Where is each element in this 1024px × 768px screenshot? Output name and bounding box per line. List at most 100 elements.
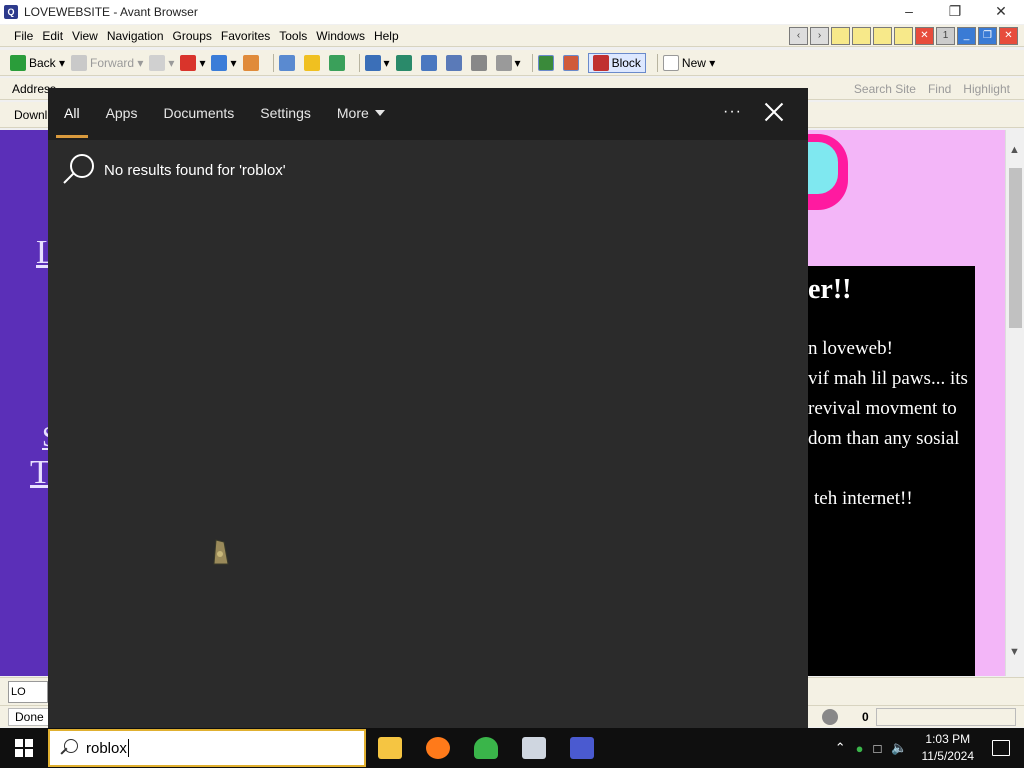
cascade-icon[interactable] [831,27,850,45]
image-toggle-button[interactable] [537,54,557,71]
content-line: vif mah lil paws... its [808,368,968,389]
minimize-button[interactable]: – [886,0,932,24]
notification-icon[interactable] [992,740,1010,756]
search-icon [60,152,96,188]
file-explorer-button[interactable] [366,728,414,768]
prev-page-icon[interactable]: ‹ [789,27,808,45]
content-line: teh internet!! [814,488,913,509]
chevron-down-icon [374,110,385,116]
menu-tools[interactable]: Tools [279,29,307,43]
close-search-button[interactable] [764,102,784,122]
menu-help[interactable]: Help [374,29,399,43]
people-tray-icon[interactable]: ● [856,741,864,756]
magnifier-icon [278,54,295,71]
menu-navigation[interactable]: Navigation [107,29,164,43]
download-label[interactable]: Downl [14,108,47,122]
computer-icon [522,737,546,759]
forward-button[interactable]: Forward ▾ [71,54,143,71]
block-popups-button[interactable]: Block [587,52,646,73]
restore-button[interactable]: ❐ [932,0,978,24]
popup-blocker-icon[interactable] [822,709,838,725]
volume-icon[interactable]: 🔈 [891,740,907,756]
toolbar-divider [358,53,360,72]
back-button[interactable]: Back ▾ [10,54,65,71]
favorites-button[interactable] [303,54,323,71]
tile-horizontal-icon[interactable] [852,27,871,45]
tab-apps[interactable]: Apps [106,88,138,140]
printer-icon [470,54,487,71]
next-page-icon[interactable]: › [810,27,829,45]
highlight-button[interactable]: Highlight [963,82,1010,96]
page-scrollbar[interactable]: ▲ ▼ [1005,130,1024,676]
search-site-button[interactable]: Search Site [854,82,916,96]
people-app-button[interactable] [462,728,510,768]
firefox-button[interactable] [414,728,462,768]
new-tab-button[interactable]: New ▾ [662,54,715,71]
menu-groups[interactable]: Groups [173,29,212,43]
tab-more[interactable]: More [337,88,385,140]
search-icon [60,739,78,757]
taskbar-search-box[interactable]: roblox [48,729,366,767]
tab-all[interactable]: All [56,88,87,140]
history-button[interactable] [328,54,348,71]
font-size-icon [420,54,437,71]
mdi-minimize-icon[interactable]: _ [957,27,976,45]
home-button[interactable] [242,54,262,71]
window-layout-button[interactable]: ▾ [364,54,390,71]
tile-vertical-icon[interactable] [873,27,892,45]
menu-file[interactable]: File [14,29,33,43]
search-tool-button[interactable] [278,54,298,71]
menu-favorites[interactable]: Favorites [221,29,270,43]
network-icon[interactable]: □ [873,741,881,756]
close-all-icon[interactable]: ✕ [915,27,934,45]
scroll-down-icon[interactable]: ▼ [1009,646,1020,658]
up-arrow-icon [149,54,166,71]
avant-browser-button[interactable] [558,728,606,768]
translate-button[interactable] [395,54,415,71]
flash-icon [562,54,579,71]
avant-browser-icon: Q [4,5,18,19]
menu-windows[interactable]: Windows [316,29,365,43]
single-window-icon[interactable]: 1 [936,27,955,45]
rss-button[interactable] [445,54,465,71]
print-button[interactable] [470,54,490,71]
status-text: Done [8,707,51,726]
refresh-button[interactable]: ▾ [211,54,237,71]
search-query: roblox [86,739,127,757]
up-button[interactable]: ▾ [149,54,174,71]
windows-search-panel: All Apps Documents Settings More ··· No … [48,88,808,728]
find-button[interactable]: Find [928,82,951,96]
window-title: LOVEWEBSITE - Avant Browser [24,5,198,19]
window-layout-icon [364,54,381,71]
status-panel [876,708,1016,726]
scroll-thumb[interactable] [1009,168,1022,328]
mdi-restore-icon[interactable]: ❐ [978,27,997,45]
refresh-icon [211,54,228,71]
scroll-up-icon[interactable]: ▲ [1009,144,1020,156]
mdi-close-icon[interactable]: ✕ [999,27,1018,45]
start-button[interactable] [0,728,48,768]
close-window-button[interactable]: ✕ [978,0,1024,24]
navigation-toolbar: Back ▾ Forward ▾ ▾ ▾ ▾ ▾ ▾ Block New ▾ [0,50,1024,76]
tab-settings[interactable]: Settings [260,88,311,140]
flash-toggle-button[interactable] [562,54,582,71]
menu-view[interactable]: View [72,29,98,43]
remote-desktop-button[interactable] [510,728,558,768]
show-hidden-icons-icon[interactable]: ⌃ [835,740,846,756]
clock-time: 1:03 PM [925,732,971,746]
translate-icon [395,54,412,71]
browser-tab[interactable]: LO [8,681,48,703]
mail-icon [495,54,512,71]
content-line: n loveweb! [808,338,893,359]
maximize-all-icon[interactable] [894,27,913,45]
stop-button[interactable]: ▾ [180,54,205,71]
more-options-icon[interactable]: ··· [723,88,742,140]
tab-documents[interactable]: Documents [163,88,234,140]
clock[interactable]: 1:03 PM 11/5/2024 [922,731,975,765]
back-arrow-icon [10,54,26,71]
new-page-icon [662,54,679,71]
people-icon [474,737,498,759]
menu-edit[interactable]: Edit [42,29,63,43]
font-size-button[interactable] [420,54,440,71]
mail-button[interactable]: ▾ [495,54,521,71]
